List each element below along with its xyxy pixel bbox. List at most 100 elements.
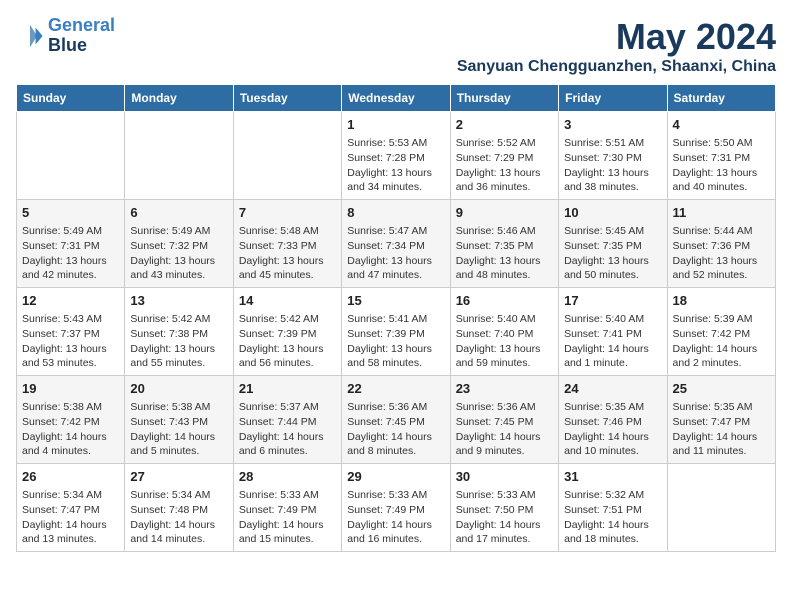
cell-info: Sunset: 7:40 PM [456, 327, 553, 342]
day-number: 10 [564, 204, 661, 222]
day-number: 14 [239, 292, 336, 310]
cell-info: Sunrise: 5:33 AM [456, 488, 553, 503]
cell-info: Sunrise: 5:49 AM [130, 224, 227, 239]
cell-info: Daylight: 13 hours and 56 minutes. [239, 342, 336, 371]
cell-info: Sunrise: 5:38 AM [130, 400, 227, 415]
cell-info: Sunrise: 5:49 AM [22, 224, 119, 239]
calendar-cell [667, 464, 775, 552]
cell-info: Sunrise: 5:36 AM [347, 400, 444, 415]
header-row: SundayMondayTuesdayWednesdayThursdayFrid… [17, 85, 776, 112]
column-header-thursday: Thursday [450, 85, 558, 112]
cell-info: Daylight: 13 hours and 40 minutes. [673, 166, 770, 195]
day-number: 17 [564, 292, 661, 310]
cell-info: Sunrise: 5:36 AM [456, 400, 553, 415]
cell-info: Sunrise: 5:35 AM [673, 400, 770, 415]
day-number: 23 [456, 380, 553, 398]
day-number: 12 [22, 292, 119, 310]
cell-info: Sunset: 7:47 PM [673, 415, 770, 430]
cell-info: Daylight: 13 hours and 34 minutes. [347, 166, 444, 195]
day-number: 22 [347, 380, 444, 398]
cell-info: Sunrise: 5:42 AM [239, 312, 336, 327]
calendar-cell: 29Sunrise: 5:33 AMSunset: 7:49 PMDayligh… [342, 464, 450, 552]
day-number: 30 [456, 468, 553, 486]
cell-info: Sunset: 7:30 PM [564, 151, 661, 166]
cell-info: Sunset: 7:43 PM [130, 415, 227, 430]
calendar-cell [125, 112, 233, 200]
location-title: Sanyuan Chengguanzhen, Shaanxi, China [457, 58, 776, 76]
calendar-cell: 4Sunrise: 5:50 AMSunset: 7:31 PMDaylight… [667, 112, 775, 200]
logo: General Blue [16, 16, 115, 56]
cell-info: Sunrise: 5:52 AM [456, 136, 553, 151]
cell-info: Daylight: 13 hours and 50 minutes. [564, 254, 661, 283]
cell-info: Daylight: 13 hours and 38 minutes. [564, 166, 661, 195]
cell-info: Sunset: 7:35 PM [456, 239, 553, 254]
cell-info: Daylight: 13 hours and 47 minutes. [347, 254, 444, 283]
calendar-cell: 1Sunrise: 5:53 AMSunset: 7:28 PMDaylight… [342, 112, 450, 200]
cell-info: Daylight: 14 hours and 15 minutes. [239, 518, 336, 547]
cell-info: Daylight: 13 hours and 52 minutes. [673, 254, 770, 283]
cell-info: Sunset: 7:46 PM [564, 415, 661, 430]
cell-info: Sunset: 7:35 PM [564, 239, 661, 254]
calendar-cell: 19Sunrise: 5:38 AMSunset: 7:42 PMDayligh… [17, 376, 125, 464]
cell-info: Sunrise: 5:40 AM [456, 312, 553, 327]
cell-info: Sunset: 7:34 PM [347, 239, 444, 254]
cell-info: Sunset: 7:39 PM [239, 327, 336, 342]
calendar-cell: 14 Sunrise: 5:42 AMSunset: 7:39 PMDayligh… [233, 288, 341, 376]
cell-info: Sunrise: 5:40 AM [564, 312, 661, 327]
cell-info: Sunrise: 5:45 AM [564, 224, 661, 239]
cell-info: Sunset: 7:51 PM [564, 503, 661, 518]
cell-info: Daylight: 14 hours and 13 minutes. [22, 518, 119, 547]
column-header-wednesday: Wednesday [342, 85, 450, 112]
cell-info: Sunset: 7:45 PM [347, 415, 444, 430]
logo-text: General Blue [48, 16, 115, 56]
cell-info: Sunset: 7:36 PM [673, 239, 770, 254]
calendar-table: SundayMondayTuesdayWednesdayThursdayFrid… [16, 84, 776, 552]
cell-info: Daylight: 13 hours and 45 minutes. [239, 254, 336, 283]
cell-info: Daylight: 14 hours and 16 minutes. [347, 518, 444, 547]
cell-info: Sunset: 7:38 PM [130, 327, 227, 342]
cell-info: Sunset: 7:44 PM [239, 415, 336, 430]
cell-info: Sunset: 7:49 PM [239, 503, 336, 518]
cell-info: Daylight: 13 hours and 42 minutes. [22, 254, 119, 283]
calendar-cell: 20Sunrise: 5:38 AMSunset: 7:43 PMDayligh… [125, 376, 233, 464]
cell-info: Sunset: 7:41 PM [564, 327, 661, 342]
calendar-cell [17, 112, 125, 200]
column-header-sunday: Sunday [17, 85, 125, 112]
day-number: 7 [239, 204, 336, 222]
calendar-cell: 21Sunrise: 5:37 AMSunset: 7:44 PMDayligh… [233, 376, 341, 464]
cell-info: Sunrise: 5:39 AM [673, 312, 770, 327]
column-header-monday: Monday [125, 85, 233, 112]
calendar-cell: 8Sunrise: 5:47 AMSunset: 7:34 PMDaylight… [342, 200, 450, 288]
calendar-cell: 7Sunrise: 5:48 AMSunset: 7:33 PMDaylight… [233, 200, 341, 288]
cell-info: Daylight: 14 hours and 5 minutes. [130, 430, 227, 459]
cell-info: Sunrise: 5:33 AM [347, 488, 444, 503]
cell-info: Daylight: 13 hours and 36 minutes. [456, 166, 553, 195]
day-number: 3 [564, 116, 661, 134]
calendar-cell: 30Sunrise: 5:33 AMSunset: 7:50 PMDayligh… [450, 464, 558, 552]
cell-info: Daylight: 14 hours and 9 minutes. [456, 430, 553, 459]
cell-info: Sunset: 7:42 PM [673, 327, 770, 342]
day-number: 4 [673, 116, 770, 134]
cell-info: Sunset: 7:31 PM [673, 151, 770, 166]
cell-info: Sunset: 7:37 PM [22, 327, 119, 342]
cell-info: Sunset: 7:32 PM [130, 239, 227, 254]
cell-info: Sunrise: 5:34 AM [130, 488, 227, 503]
cell-info: Daylight: 13 hours and 48 minutes. [456, 254, 553, 283]
day-number: 26 [22, 468, 119, 486]
day-number: 6 [130, 204, 227, 222]
cell-info: Sunset: 7:48 PM [130, 503, 227, 518]
cell-info: Sunrise: 5:43 AM [22, 312, 119, 327]
cell-info: Sunset: 7:42 PM [22, 415, 119, 430]
calendar-cell: 23Sunrise: 5:36 AMSunset: 7:45 PMDayligh… [450, 376, 558, 464]
title-area: May 2024 Sanyuan Chengguanzhen, Shaanxi,… [457, 16, 776, 76]
cell-info: Sunrise: 5:34 AM [22, 488, 119, 503]
cell-info: Daylight: 14 hours and 11 minutes. [673, 430, 770, 459]
calendar-cell: 24Sunrise: 5:35 AMSunset: 7:46 PMDayligh… [559, 376, 667, 464]
day-number: 13 [130, 292, 227, 310]
cell-info: Sunset: 7:39 PM [347, 327, 444, 342]
week-row-5: 26Sunrise: 5:34 AMSunset: 7:47 PMDayligh… [17, 464, 776, 552]
cell-info: Sunset: 7:50 PM [456, 503, 553, 518]
day-number: 31 [564, 468, 661, 486]
day-number: 19 [22, 380, 119, 398]
column-header-saturday: Saturday [667, 85, 775, 112]
